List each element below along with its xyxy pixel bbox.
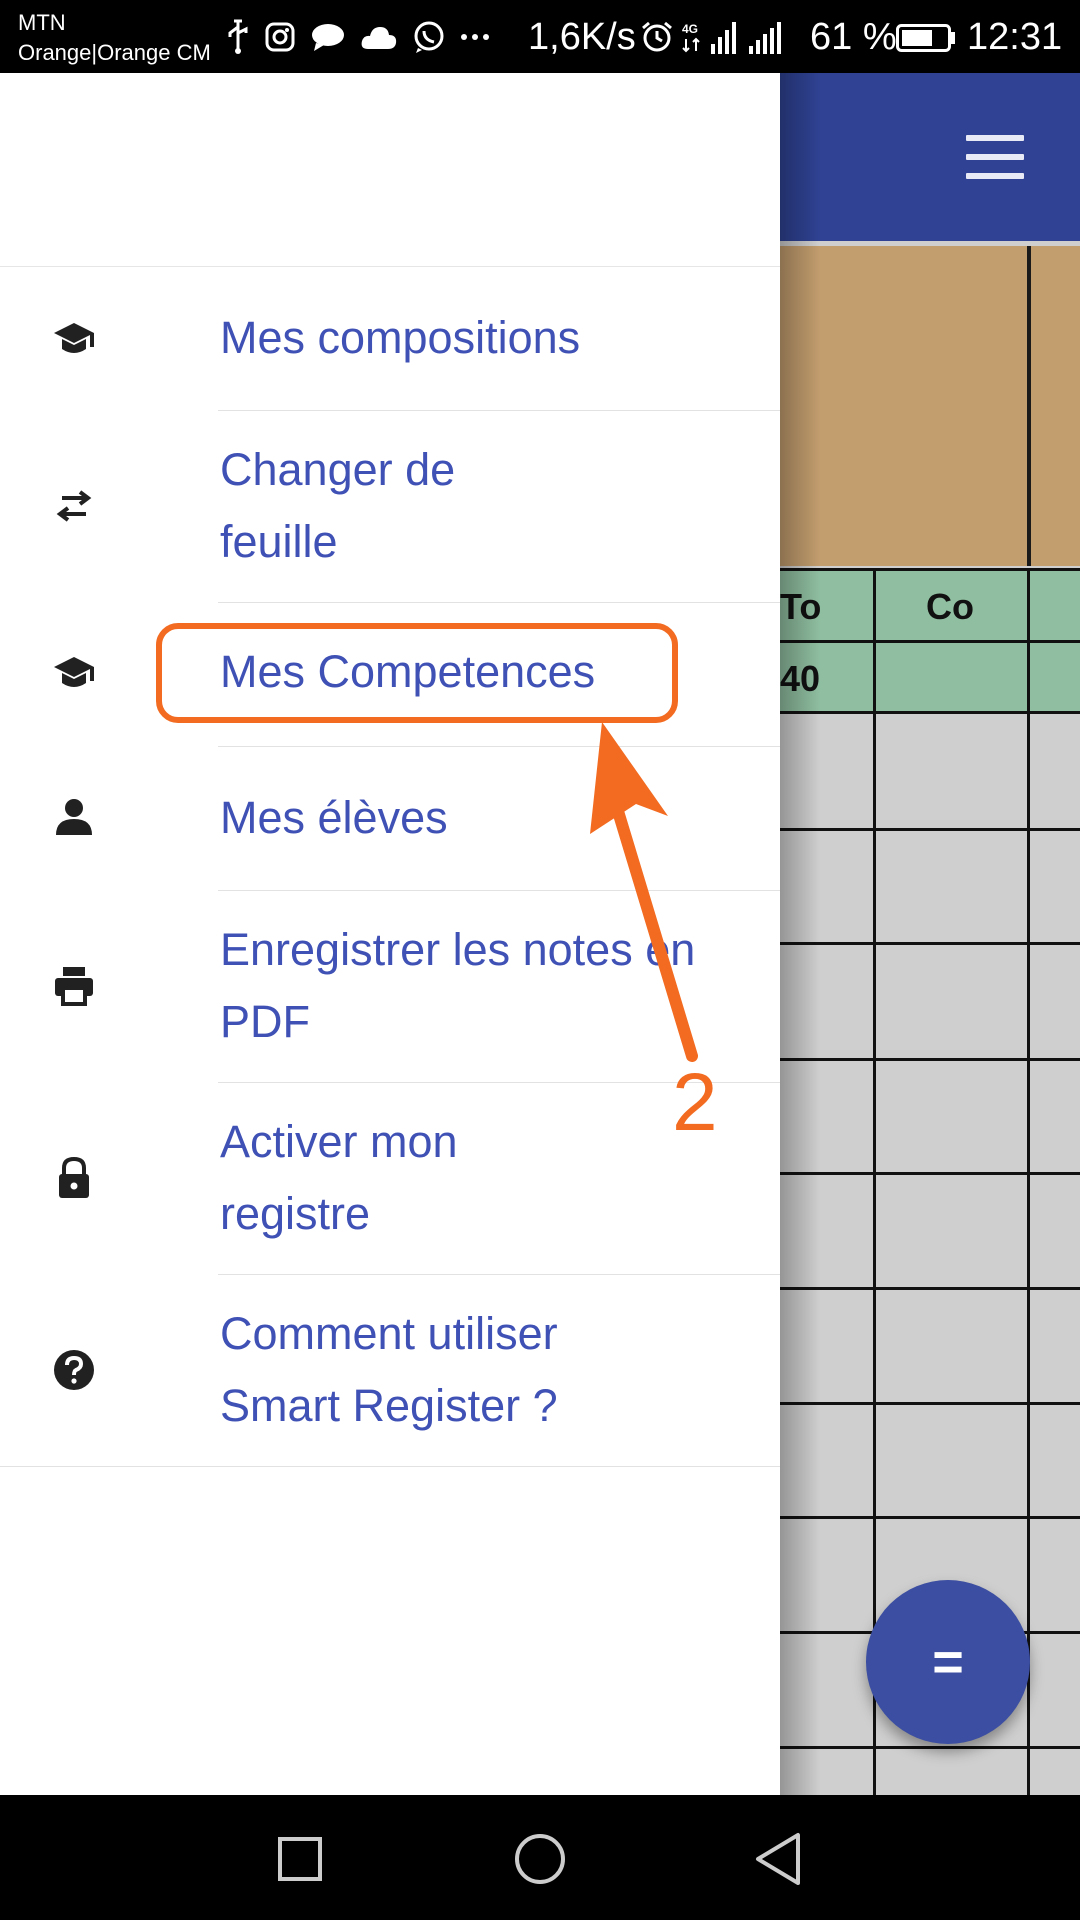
annotation-number: 2	[672, 1057, 718, 1148]
usb-icon	[228, 19, 248, 54]
swap-arrows-icon	[56, 490, 92, 522]
menu-item-comment-utiliser[interactable]: Comment utiliser Smart Register ?	[0, 1275, 780, 1466]
person-icon	[56, 799, 92, 835]
menu-separator	[0, 1466, 780, 1467]
home-circle-icon[interactable]	[512, 1827, 568, 1889]
notification-icons	[226, 14, 490, 60]
menu-label: Mes compositions	[220, 312, 581, 363]
graduation-cap-icon	[54, 657, 94, 687]
lock-icon	[59, 1156, 89, 1198]
floating-action-button[interactable]: =	[866, 1580, 1030, 1744]
menu-label: Changer de feuille	[220, 444, 456, 567]
carrier-line-2: Orange|Orange CM	[18, 40, 211, 65]
signal-icon-2	[749, 22, 781, 54]
annotation-highlight-box	[156, 623, 678, 723]
help-circle-icon	[54, 1350, 94, 1390]
drawer-shadow	[780, 73, 820, 1795]
more-icon	[461, 34, 489, 40]
system-icons: 4G	[640, 14, 784, 60]
status-bar: MTN Orange|Orange CM 1,6K/s 4G 61 % 12:3…	[0, 0, 1080, 73]
network-type-icon: 4G	[682, 22, 700, 53]
alarm-icon	[642, 21, 672, 52]
menu-item-changer-de-feuille[interactable]: Changer de feuille	[0, 411, 780, 602]
battery-percent: 61 %	[810, 16, 897, 58]
system-navigation-bar	[0, 1795, 1080, 1920]
cloud-icon	[361, 27, 397, 49]
network-speed: 1,6K/s	[528, 16, 636, 58]
drawer-header	[0, 73, 780, 267]
menu-item-activer-registre[interactable]: Activer mon registre	[0, 1083, 780, 1274]
table-col-line	[1027, 568, 1030, 1795]
printer-icon	[55, 967, 93, 1006]
clock: 12:31	[967, 16, 1063, 58]
recents-square-icon[interactable]	[276, 1827, 324, 1889]
svg-text:4G: 4G	[682, 22, 698, 36]
graduation-cap-icon	[54, 323, 94, 353]
menu-item-mes-compositions[interactable]: Mes compositions	[0, 267, 780, 410]
table-header-co: Co	[926, 586, 974, 627]
chat-bubble-icon	[312, 24, 344, 51]
menu-label: Comment utiliser Smart Register ?	[220, 1308, 558, 1431]
battery-icon	[896, 24, 955, 52]
back-triangle-icon[interactable]	[752, 1827, 804, 1889]
carrier-name: MTN Orange|Orange CM	[18, 8, 211, 68]
menu-label: Activer mon registre	[220, 1116, 458, 1239]
instagram-icon	[265, 22, 295, 52]
hamburger-menu-icon[interactable]	[966, 135, 1024, 179]
signal-icon	[711, 22, 736, 54]
whatsapp-icon	[414, 21, 444, 53]
annotation-arrow-icon	[590, 722, 698, 1062]
table-divider	[1027, 246, 1031, 566]
carrier-line-1: MTN	[18, 10, 66, 35]
table-col-line	[873, 568, 876, 1795]
